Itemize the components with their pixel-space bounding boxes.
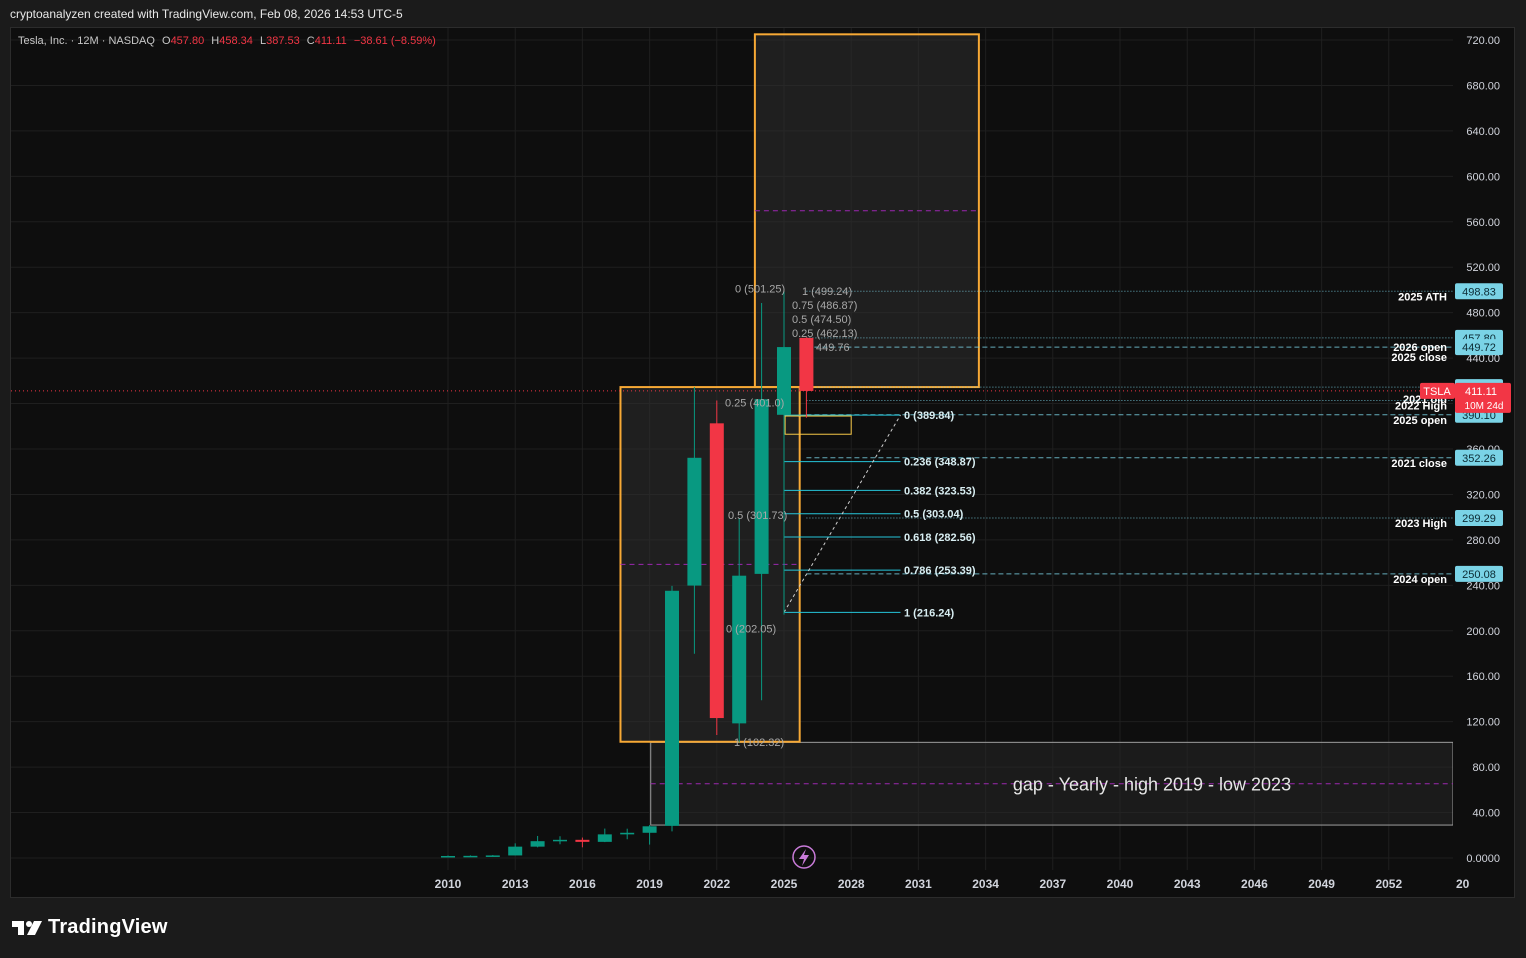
high-value: 458.34 [219,35,253,47]
candle-body [687,457,702,586]
fib-level-label: 1 (216.24) [904,607,954,619]
x-axis-tick-label: 2025 [771,877,798,891]
price-label-value: 250.08 [1462,569,1496,581]
x-axis-tick-label: 2013 [502,877,529,891]
candle-body [553,839,567,842]
level-text-label: 2024 open [1393,574,1447,586]
y-axis-tick-label: 480.00 [1466,308,1500,320]
gap-zone-label: gap - Yearly - high 2019 - low 2023 [1013,775,1291,795]
fib-level-label: 0.382 (323.53) [904,485,976,497]
candle-body [530,841,545,847]
x-axis-tick-label: 2040 [1107,877,1134,891]
y-axis-tick-label: 240.00 [1466,580,1500,592]
tradingview-logo-icon [12,920,42,935]
fib-level-label: 0.618 (282.56) [904,532,976,544]
bar-countdown: 10M 24d [1465,401,1504,412]
y-axis-tick-label: 280.00 [1466,535,1500,547]
candle-body [575,839,590,842]
fib-top-label: 1 (499.24) [802,286,852,298]
candle-body [799,337,814,391]
x-axis-tick-label: 20 [1456,877,1470,891]
candle-body [463,855,478,858]
candle-body [485,855,500,857]
x-axis-tick-label: 2022 [703,877,730,891]
y-axis-tick-label: 40.00 [1472,808,1500,820]
low-value: 387.53 [266,35,300,47]
x-axis-tick-label: 2043 [1174,877,1201,891]
price-label-value: 449.72 [1462,342,1496,354]
close-label: C [306,35,315,47]
y-axis-tick-label: 560.00 [1466,217,1500,229]
x-axis-tick-label: 2037 [1039,877,1066,891]
candle-body [441,855,455,858]
x-axis-tick-label: 2031 [905,877,932,891]
level-text-label: 2023 High [1395,518,1447,530]
y-axis-tick-label: 640.00 [1466,126,1500,138]
current-price-value: 411.11 [1465,386,1497,398]
x-axis-tick-label: 2019 [636,877,663,891]
open-value: 457.80 [170,35,205,47]
level-text-label: 2025 ATH [1398,291,1447,303]
x-axis-tick-label: 2046 [1241,877,1268,891]
candle-body [642,826,657,833]
level-text-label: 2025 close [1391,352,1447,364]
fib-left-label: 0 (202.05) [726,623,776,635]
price-chart[interactable]: 0 (389.84) 0.236 (348.87) 0.382 (323.53) 0.… [0,0,1526,958]
x-axis-tick-label: 2016 [569,877,596,891]
candle-body [508,846,523,856]
price-label-value: 352.26 [1462,453,1496,465]
x-axis-tick-label: 2052 [1375,877,1402,891]
candle-body [597,834,612,842]
y-axis-tick-label: 80.00 [1472,762,1500,774]
fib-top-label: 449.76 [816,342,850,354]
y-axis-tick-label: 320.00 [1466,489,1500,501]
fib-level-label: 0.5 (303.04) [904,509,964,521]
symbol-badge-text: TSLA [1423,386,1451,398]
fib-left-label: 0.5 (301.73) [728,510,787,522]
close-value: 411.11 [314,35,347,47]
tradingview-logo[interactable]: TradingView [12,916,168,939]
fib-level-label: 0 (389.84) [904,410,954,422]
y-axis-tick-label: 520.00 [1466,262,1500,274]
x-axis-tick-label: 2049 [1308,877,1335,891]
candle-body [754,399,769,574]
candle-body [620,832,635,835]
fib-left-label: 0.25 (401.0) [725,397,784,409]
y-axis-tick-label: 160.00 [1466,671,1500,683]
price-label-value: 498.83 [1462,286,1496,298]
fib-level-label: 0.786 (253.39) [904,565,976,577]
y-axis-tick-label: 200.00 [1466,626,1500,638]
level-text-label: 2025 open [1393,415,1447,427]
fib-left-label: 1 (102.32) [734,737,784,749]
y-axis-tick-label: 120.00 [1466,717,1500,729]
symbol-info[interactable]: Tesla, Inc. · 12M · NASDAQ [18,35,155,47]
candle-body [665,590,679,826]
candle-body [709,423,724,719]
y-axis-tick-label: 600.00 [1466,171,1500,183]
fib-top-label: 0 (501.25) [735,284,785,296]
tradingview-logo-text: TradingView [48,916,168,938]
y-axis-tick-label: 720.00 [1466,35,1500,47]
ai-assistant-icon[interactable] [792,845,816,869]
level-text-label: 2021 close [1391,458,1447,470]
fib-level-label: 0.236 (348.87) [904,457,976,469]
candle-body [732,575,747,724]
fib-top-label: 0.75 (486.87) [792,300,857,312]
change-value: −38.61 (−8.59%) [353,35,436,47]
x-axis-tick-label: 2034 [972,877,999,891]
fib-top-label: 0.5 (474.50) [792,314,851,326]
x-axis-tick-label: 2028 [838,877,865,891]
open-label: O [162,35,171,47]
y-axis-tick-label: 0.0000 [1466,853,1500,865]
ohlc-legend: Tesla, Inc. · 12M · NASDAQ O457.80 H458.… [18,35,440,47]
y-axis-tick-label: 680.00 [1466,80,1500,92]
fib-top-label: 0.25 (462.13) [792,328,857,340]
price-label-value: 299.29 [1462,513,1496,525]
x-axis-tick-label: 2010 [435,877,462,891]
